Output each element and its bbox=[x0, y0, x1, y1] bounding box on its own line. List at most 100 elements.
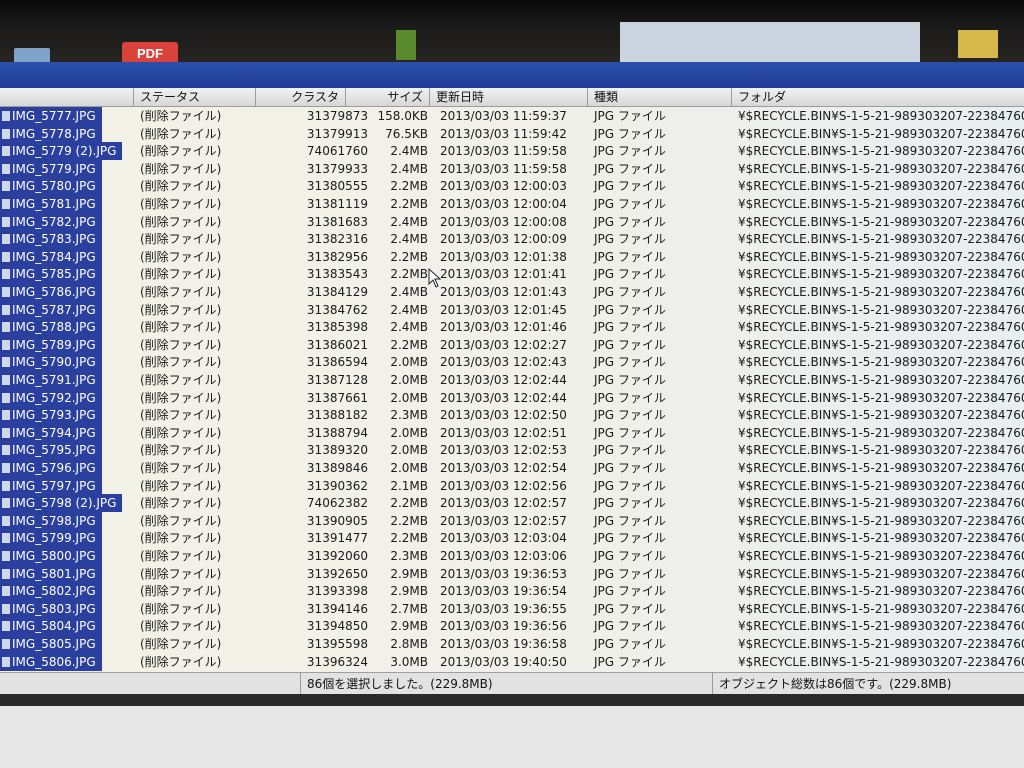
file-name-label: IMG_5779 (2).JPG bbox=[12, 144, 117, 159]
file-type: JPG ファイル bbox=[594, 249, 666, 264]
file-cluster: 31384762 bbox=[306, 302, 368, 317]
file-folder: ¥$RECYCLE.BIN¥S-1-5-21-989303207-2238476… bbox=[738, 355, 1024, 370]
file-size: 2.4MB bbox=[390, 285, 428, 299]
file-folder: ¥$RECYCLE.BIN¥S-1-5-21-989303207-2238476… bbox=[738, 214, 1024, 229]
jpg-file-icon bbox=[2, 656, 10, 667]
file-cluster: 31381119 bbox=[306, 197, 368, 211]
file-name-label: IMG_5798 (2).JPG bbox=[12, 496, 117, 511]
file-cluster: 31390362 bbox=[306, 478, 368, 493]
table-row[interactable]: IMG_5781.JPG (削除ファイル) 31381119 2.2MB 2013/03… bbox=[0, 195, 1024, 213]
table-row[interactable]: IMG_5798 (2).JPG (削除ファイル) 74062382 2.2MB 201… bbox=[0, 494, 1024, 513]
file-modified: 2013/03/03 12:02:57 bbox=[440, 496, 567, 511]
file-cluster: 31394850 bbox=[306, 619, 368, 634]
table-row[interactable]: IMG_5793.JPG (削除ファイル) 31388182 2.3MB 2013/03… bbox=[0, 406, 1024, 425]
table-row[interactable]: IMG_5797.JPG (削除ファイル) 31390362 2.1MB 2013/03… bbox=[0, 476, 1024, 495]
table-row[interactable]: IMG_5778.JPG (削除ファイル) 31379913 76.5KB 2013/0… bbox=[0, 124, 1024, 143]
table-row[interactable]: IMG_5802.JPG (削除ファイル) 31393398 2.9MB 2013/03… bbox=[0, 582, 1024, 601]
file-type: JPG ファイル bbox=[594, 531, 666, 546]
column-header-folder[interactable]: フォルダ bbox=[732, 88, 1024, 106]
table-row[interactable]: IMG_5787.JPG (削除ファイル) 31384762 2.4MB 2013/03… bbox=[0, 300, 1024, 319]
file-name: IMG_5800.JPG bbox=[0, 547, 102, 565]
table-row[interactable]: IMG_5799.JPG (削除ファイル) 31391477 2.2MB 2013/03… bbox=[0, 529, 1024, 548]
file-list[interactable]: IMG_5777.JPG (削除ファイル) 31379873 158.0KB 2013/… bbox=[0, 107, 1024, 672]
file-type: JPG ファイル bbox=[594, 408, 666, 423]
table-row[interactable]: IMG_5788.JPG (削除ファイル) 31385398 2.4MB 2013/03… bbox=[0, 318, 1024, 337]
table-row[interactable]: IMG_5782.JPG (削除ファイル) 31381683 2.4MB 2013/03… bbox=[0, 212, 1024, 231]
file-type: JPG ファイル bbox=[594, 461, 666, 475]
file-folder: ¥$RECYCLE.BIN¥S-1-5-21-989303207-2238476… bbox=[738, 249, 1024, 264]
file-name: IMG_5793.JPG bbox=[0, 406, 102, 425]
file-folder: ¥$RECYCLE.BIN¥S-1-5-21-989303207-2238476… bbox=[738, 373, 1024, 387]
file-name: IMG_5792.JPG bbox=[0, 388, 102, 407]
file-status: (削除ファイル) bbox=[140, 249, 222, 264]
table-row[interactable]: IMG_5790.JPG (削除ファイル) 31386594 2.0MB 2013/03… bbox=[0, 353, 1024, 372]
file-name-label: IMG_5804.JPG bbox=[12, 619, 96, 634]
table-row[interactable]: IMG_5794.JPG (削除ファイル) 31388794 2.0MB 2013/03… bbox=[0, 423, 1024, 442]
jpg-file-icon bbox=[2, 199, 10, 209]
table-row[interactable]: IMG_5803.JPG (削除ファイル) 31394146 2.7MB 2013/03… bbox=[0, 599, 1024, 618]
file-modified: 2013/03/03 19:36:54 bbox=[440, 584, 567, 599]
table-row[interactable]: IMG_5798.JPG (削除ファイル) 31390905 2.2MB 2013/03… bbox=[0, 511, 1024, 530]
file-type: JPG ファイル bbox=[594, 126, 666, 141]
column-header-name[interactable] bbox=[0, 88, 134, 106]
file-status: (削除ファイル) bbox=[140, 355, 222, 370]
file-status: (削除ファイル) bbox=[140, 549, 222, 563]
file-status: (削除ファイル) bbox=[140, 513, 222, 528]
file-folder: ¥$RECYCLE.BIN¥S-1-5-21-989303207-2238476… bbox=[738, 408, 1024, 423]
file-cluster: 31396324 bbox=[306, 654, 368, 669]
file-size: 2.3MB bbox=[390, 549, 428, 563]
table-row[interactable]: IMG_5792.JPG (削除ファイル) 31387661 2.0MB 2013/03… bbox=[0, 388, 1024, 407]
file-status: (削除ファイル) bbox=[140, 461, 222, 475]
jpg-file-icon bbox=[2, 639, 10, 649]
file-type: JPG ファイル bbox=[594, 144, 666, 159]
column-header-type[interactable]: 種類 bbox=[588, 88, 732, 106]
file-name: IMG_5785.JPG bbox=[0, 265, 102, 284]
table-row[interactable]: IMG_5789.JPG (削除ファイル) 31386021 2.2MB 2013/03… bbox=[0, 335, 1024, 354]
file-name: IMG_5794.JPG bbox=[0, 423, 102, 442]
title-bar[interactable] bbox=[0, 62, 1024, 88]
table-row[interactable]: IMG_5806.JPG (削除ファイル) 31396324 3.0MB 2013/03… bbox=[0, 652, 1024, 671]
background-window bbox=[620, 22, 920, 62]
monitor-bezel bbox=[0, 694, 1024, 706]
table-row[interactable]: IMG_5780.JPG (削除ファイル) 31380555 2.2MB 2013/03… bbox=[0, 177, 1024, 196]
file-type: JPG ファイル bbox=[594, 654, 666, 669]
column-header-cluster[interactable]: クラスタ bbox=[256, 88, 346, 106]
file-size: 2.2MB bbox=[390, 496, 428, 511]
table-row[interactable]: IMG_5800.JPG (削除ファイル) 31392060 2.3MB 2013/03… bbox=[0, 547, 1024, 565]
pdf-icon: PDF bbox=[122, 42, 178, 64]
table-row[interactable]: IMG_5784.JPG (削除ファイル) 31382956 2.2MB 2013/03… bbox=[0, 247, 1024, 266]
column-header-modified[interactable]: 更新日時 bbox=[430, 88, 588, 106]
file-cluster: 31383543 bbox=[306, 267, 368, 282]
file-status: (削除ファイル) bbox=[140, 408, 222, 423]
file-size: 2.4MB bbox=[390, 214, 428, 229]
jpg-file-icon bbox=[2, 445, 10, 456]
file-name-label: IMG_5795.JPG bbox=[12, 443, 96, 458]
file-size: 2.2MB bbox=[390, 179, 428, 194]
file-folder: ¥$RECYCLE.BIN¥S-1-5-21-989303207-2238476… bbox=[738, 425, 1024, 440]
table-row[interactable]: IMG_5796.JPG (削除ファイル) 31389846 2.0MB 2013/03… bbox=[0, 459, 1024, 477]
file-type: JPG ファイル bbox=[594, 390, 666, 405]
table-row[interactable]: IMG_5779 (2).JPG (削除ファイル) 74061760 2.4MB 201… bbox=[0, 142, 1024, 161]
table-row[interactable]: IMG_5779.JPG (削除ファイル) 31379933 2.4MB 2013/03… bbox=[0, 159, 1024, 178]
table-row[interactable]: IMG_5791.JPG (削除ファイル) 31387128 2.0MB 2013/03… bbox=[0, 371, 1024, 389]
file-size: 2.0MB bbox=[390, 461, 428, 475]
file-folder: ¥$RECYCLE.BIN¥S-1-5-21-989303207-2238476… bbox=[738, 496, 1024, 511]
file-modified: 2013/03/03 12:01:38 bbox=[440, 249, 567, 264]
file-modified: 2013/03/03 12:03:06 bbox=[440, 549, 567, 563]
jpg-file-icon bbox=[2, 322, 10, 333]
table-row[interactable]: IMG_5783.JPG (削除ファイル) 31382316 2.4MB 2013/03… bbox=[0, 230, 1024, 249]
table-row[interactable]: IMG_5777.JPG (削除ファイル) 31379873 158.0KB 2013/… bbox=[0, 107, 1024, 125]
table-row[interactable]: IMG_5804.JPG (削除ファイル) 31394850 2.9MB 2013/03… bbox=[0, 617, 1024, 636]
file-name: IMG_5780.JPG bbox=[0, 177, 102, 196]
file-folder: ¥$RECYCLE.BIN¥S-1-5-21-989303207-2238476… bbox=[738, 302, 1024, 317]
file-cluster: 31389320 bbox=[306, 443, 368, 458]
table-row[interactable]: IMG_5801.JPG (削除ファイル) 31392650 2.9MB 2013/03… bbox=[0, 564, 1024, 583]
table-row[interactable]: IMG_5795.JPG (削除ファイル) 31389320 2.0MB 2013/03… bbox=[0, 441, 1024, 460]
table-row[interactable]: IMG_5786.JPG (削除ファイル) 31384129 2.4MB 2013/03… bbox=[0, 283, 1024, 301]
jpg-file-icon bbox=[2, 287, 10, 297]
column-header-size[interactable]: サイズ bbox=[346, 88, 430, 106]
table-row[interactable]: IMG_5785.JPG (削除ファイル) 31383543 2.2MB 2013/03… bbox=[0, 265, 1024, 284]
file-cluster: 31390905 bbox=[306, 513, 368, 528]
table-row[interactable]: IMG_5805.JPG (削除ファイル) 31395598 2.8MB 2013/03… bbox=[0, 635, 1024, 653]
column-header-status[interactable]: ステータス bbox=[134, 88, 256, 106]
